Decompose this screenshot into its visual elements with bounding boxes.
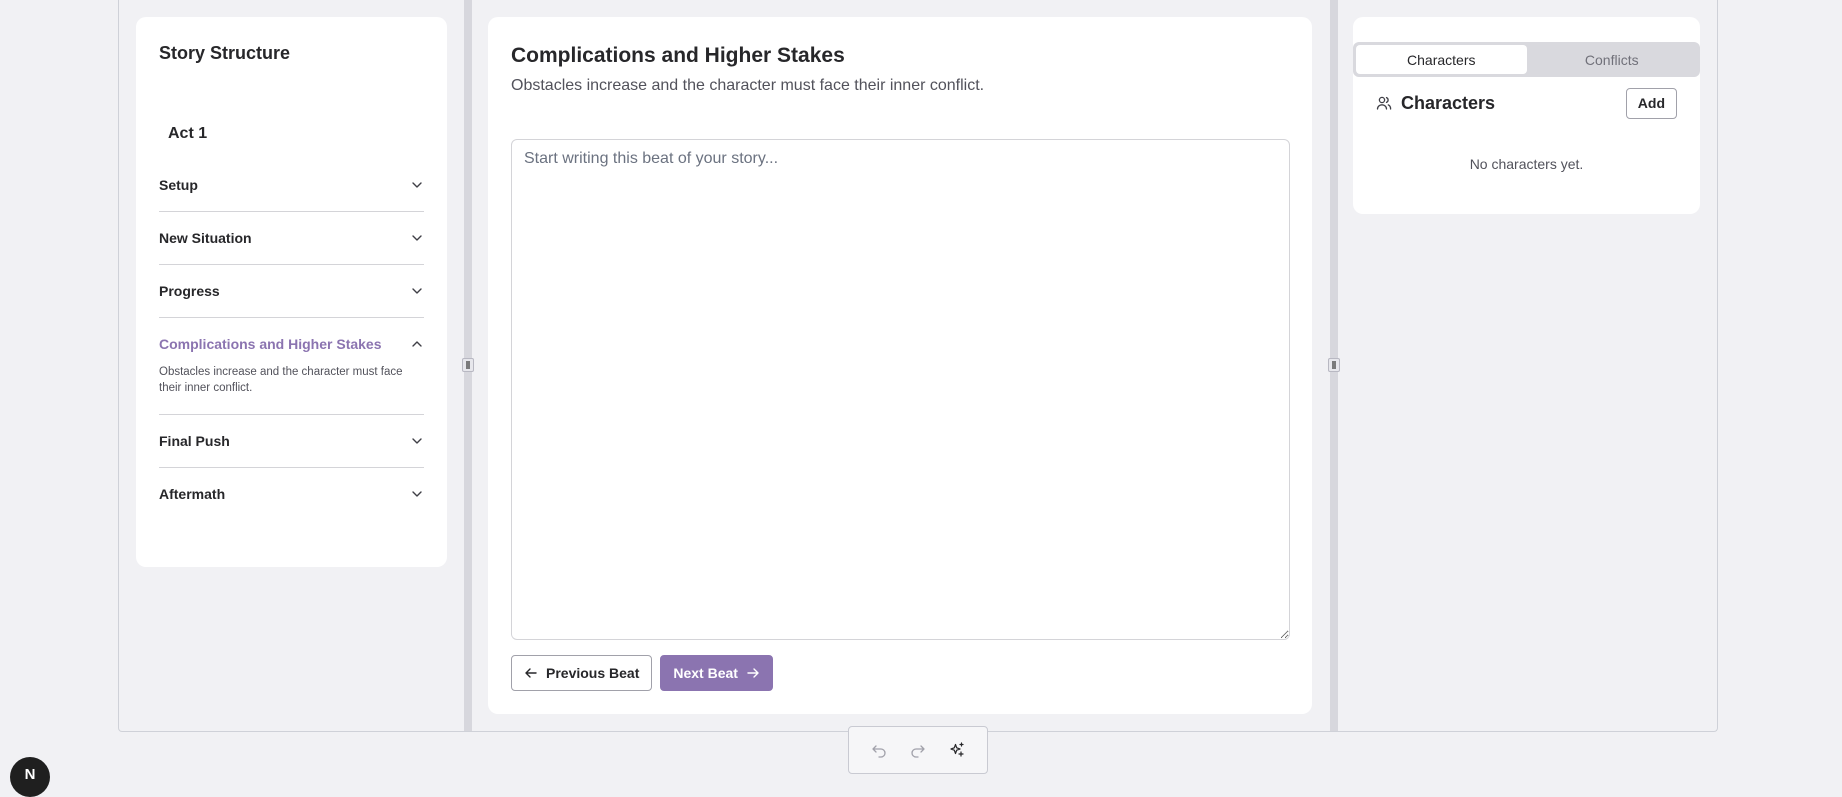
beat-subtitle: Obstacles increase and the character mus… xyxy=(511,77,985,94)
app-frame: Story Structure Act 1 Setup New Situatio… xyxy=(118,0,1718,732)
beat-title: Complications and Higher Stakes xyxy=(511,44,845,67)
beat-item-progress: Progress xyxy=(159,265,424,318)
previous-beat-button[interactable]: Previous Beat xyxy=(511,655,653,691)
story-textarea[interactable] xyxy=(511,139,1290,640)
beat-item-final-push: Final Push xyxy=(159,415,424,468)
beat-label: Progress xyxy=(159,283,220,299)
beat-toggle-setup[interactable]: Setup xyxy=(159,159,424,211)
ai-assist-button[interactable] xyxy=(945,738,969,762)
arrow-right-icon xyxy=(747,668,759,678)
add-character-button[interactable]: Add xyxy=(1625,87,1677,119)
redo-icon xyxy=(911,745,925,758)
beat-toggle-new-situation[interactable]: New Situation xyxy=(159,212,424,264)
beat-label: New Situation xyxy=(159,230,252,246)
characters-header: Characters Add xyxy=(1376,85,1677,121)
act-heading: Act 1 xyxy=(168,125,208,142)
outline-pane: Story Structure Act 1 Setup New Situatio… xyxy=(119,0,464,731)
drag-handle-icon[interactable] xyxy=(462,358,474,372)
left-resize-gutter[interactable] xyxy=(462,0,474,731)
floating-toolbar xyxy=(848,726,988,774)
beat-item-new-situation: New Situation xyxy=(159,212,424,265)
undo-button[interactable] xyxy=(867,738,891,762)
sparkles-icon xyxy=(950,742,964,757)
tab-characters[interactable]: Characters xyxy=(1356,45,1527,74)
right-resize-gutter[interactable] xyxy=(1328,0,1340,731)
next-beat-label: Next Beat xyxy=(673,665,738,681)
users-icon xyxy=(1376,96,1392,110)
next-beat-button[interactable]: Next Beat xyxy=(660,655,773,691)
chevron-down-icon xyxy=(410,231,424,245)
undo-icon xyxy=(872,745,886,758)
chevron-down-icon xyxy=(410,487,424,501)
n-badge-avatar[interactable]: N xyxy=(10,757,50,797)
beat-item-aftermath: Aftermath xyxy=(159,468,424,520)
beat-list: Setup New Situation Progress Complicatio… xyxy=(159,159,424,520)
beat-label: Complications and Higher Stakes xyxy=(159,336,382,352)
characters-card: Characters Conflicts Characters Add No c… xyxy=(1353,17,1700,214)
beat-toggle-complications[interactable]: Complications and Higher Stakes xyxy=(159,318,424,370)
sidebar-tabs: Characters Conflicts xyxy=(1353,42,1700,77)
characters-heading: Characters xyxy=(1376,93,1495,114)
beat-description: Obstacles increase and the character mus… xyxy=(159,366,403,394)
chevron-down-icon xyxy=(410,434,424,448)
beat-item-setup: Setup xyxy=(159,159,424,212)
redo-button[interactable] xyxy=(906,738,930,762)
empty-state-text: No characters yet. xyxy=(1469,156,1584,172)
chevron-up-icon xyxy=(410,337,424,351)
beat-label: Setup xyxy=(159,177,198,193)
beat-label: Aftermath xyxy=(159,486,226,502)
previous-beat-label: Previous Beat xyxy=(546,665,640,681)
beat-toggle-progress[interactable]: Progress xyxy=(159,265,424,317)
chevron-down-icon xyxy=(410,178,424,192)
beat-item-complications: Complications and Higher Stakes Obstacle… xyxy=(159,318,424,415)
outline-card: Story Structure Act 1 Setup New Situatio… xyxy=(136,17,447,567)
beat-toggle-aftermath[interactable]: Aftermath xyxy=(159,468,424,520)
characters-title: Characters xyxy=(1401,92,1496,113)
chevron-down-icon xyxy=(410,284,424,298)
editor-card: Complications and Higher Stakes Obstacle… xyxy=(488,17,1312,714)
beat-navigation: Previous Beat Next Beat xyxy=(511,655,773,691)
tab-conflicts[interactable]: Conflicts xyxy=(1527,45,1698,74)
arrow-left-icon xyxy=(525,668,537,678)
drag-handle-icon[interactable] xyxy=(1328,358,1340,372)
beat-label: Final Push xyxy=(159,433,230,449)
beat-toggle-final-push[interactable]: Final Push xyxy=(159,415,424,467)
outline-title: Story Structure xyxy=(159,43,291,63)
